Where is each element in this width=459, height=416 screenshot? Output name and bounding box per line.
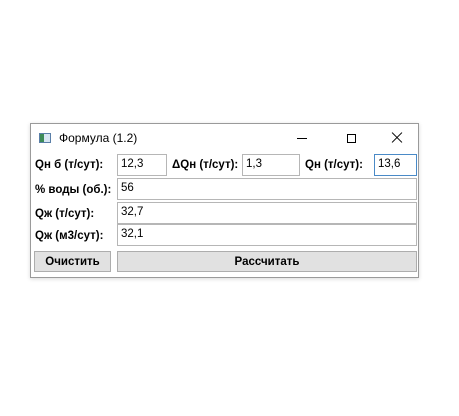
minimize-icon [297, 137, 307, 139]
qzh-t-input[interactable]: 32,7 [117, 202, 417, 224]
qn-b-input[interactable]: 12,3 [117, 154, 167, 176]
title-bar[interactable]: Формула (1.2) [31, 124, 418, 152]
maximize-button[interactable] [328, 124, 374, 152]
qzh-m3-input[interactable]: 32,1 [117, 224, 417, 246]
maximize-icon [346, 133, 356, 143]
qn-input[interactable]: 13,6 [374, 154, 417, 176]
app-icon [39, 133, 51, 143]
dqn-label: ΔQн (т/сут): [172, 159, 239, 171]
window-title: Формула (1.2) [59, 131, 138, 145]
qn-b-label: Qн б (т/сут): [35, 159, 104, 171]
qzh-m3-label: Qж (м3/сут): [35, 230, 104, 242]
qn-label: Qн (т/сут): [305, 159, 363, 171]
clear-button[interactable]: Очистить [34, 251, 111, 272]
qzh-t-label: Qж (т/сут): [35, 208, 95, 220]
water-input[interactable]: 56 [117, 178, 417, 200]
close-button[interactable] [374, 124, 420, 152]
water-label: % воды (об.): [35, 184, 112, 196]
calculate-button[interactable]: Рассчитать [117, 251, 417, 272]
formula-window: Формула (1.2) Qн б (т/сут): 12,3 ΔQн (т/… [30, 123, 419, 278]
close-icon [391, 132, 403, 144]
minimize-button[interactable] [279, 124, 325, 152]
dqn-input[interactable]: 1,3 [242, 154, 300, 176]
